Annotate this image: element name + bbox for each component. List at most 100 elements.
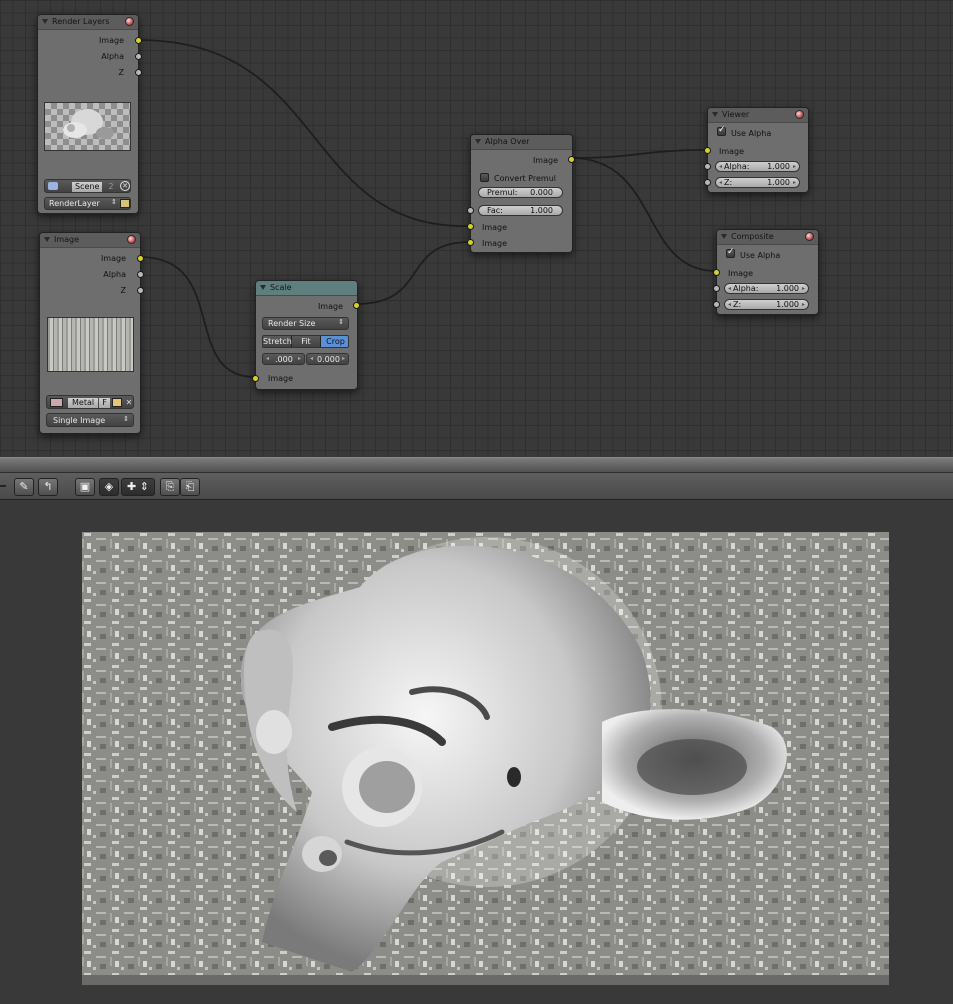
collapse-arrow-icon[interactable] — [44, 237, 50, 242]
decrement-arrow-icon[interactable]: ◂ — [719, 178, 722, 187]
open-file-icon[interactable] — [112, 398, 122, 407]
paste-button[interactable]: ⎗ — [180, 478, 200, 496]
output-socket-z[interactable] — [137, 287, 144, 294]
paste-icon: ⎗ — [185, 480, 195, 493]
image-browse-icon[interactable] — [50, 398, 63, 407]
input-socket-alpha[interactable] — [713, 285, 720, 292]
node-header[interactable]: Composite — [717, 230, 818, 245]
output-socket-image[interactable] — [137, 255, 144, 262]
mode-stretch-button[interactable]: Stretch — [263, 336, 292, 347]
decrement-arrow-icon[interactable]: ◂ — [719, 162, 722, 171]
alpha-field[interactable]: ◂ Alpha: 1.000 ▸ — [715, 161, 800, 172]
output-socket-image[interactable] — [353, 302, 360, 309]
scale-space-select[interactable]: Render Size ⇕ — [262, 317, 349, 330]
output-socket-image[interactable] — [135, 37, 142, 44]
convert-premul-checkbox[interactable] — [480, 173, 489, 182]
fake-user-toggle[interactable]: F — [99, 398, 110, 408]
use-alpha-label: Use Alpha — [731, 129, 772, 138]
composite-node[interactable]: Composite ✓ Use Alpha Image ◂ Alpha: 1.0… — [713, 229, 819, 315]
collapse-arrow-icon[interactable] — [42, 19, 48, 24]
scale-node[interactable]: Scale Image Render Size ⇕ Stretch Fit Cr… — [252, 280, 360, 390]
increment-arrow-icon[interactable]: ▸ — [793, 178, 796, 187]
area-splitter[interactable] — [0, 457, 953, 473]
close-icon[interactable]: ✕ — [120, 181, 130, 191]
premul-field[interactable]: Premul: 0.000 — [478, 187, 563, 198]
output-socket-image[interactable] — [568, 156, 575, 163]
collapse-arrow-icon[interactable] — [475, 139, 481, 144]
frame-mode-selector[interactable]: Stretch Fit Crop — [262, 335, 349, 348]
node-preview-toggle-icon[interactable] — [125, 17, 134, 26]
viewer-node[interactable]: Viewer ✓ Use Alpha Image ◂ Alpha: 1.000 … — [704, 107, 809, 193]
fac-value: 1.000 — [530, 206, 553, 215]
output-socket-z[interactable] — [135, 69, 142, 76]
collapse-arrow-icon[interactable] — [712, 112, 718, 117]
node-header[interactable]: Alpha Over — [471, 135, 572, 150]
updown-arrows-icon: ⇕ — [338, 318, 344, 326]
image-selector[interactable]: Metal F ✕ — [46, 395, 134, 409]
node-title: Render Layers — [52, 17, 110, 26]
node-editor-canvas[interactable]: Render Layers Image Alpha Z Scene 2 ✕ Re… — [0, 0, 953, 457]
parent-up-button[interactable]: ↰ — [38, 478, 58, 496]
render-icon[interactable] — [120, 199, 130, 208]
pin-icon: ✎ — [19, 480, 29, 493]
monkey-thumbnail — [63, 109, 114, 139]
pin-button[interactable]: ✎ — [14, 478, 34, 496]
decrement-arrow-icon[interactable]: ◂ — [266, 354, 269, 363]
image-node[interactable]: Image Image Alpha Z Metal F ✕ Single Ima… — [39, 232, 144, 434]
increment-arrow-icon[interactable]: ▸ — [793, 162, 796, 171]
offset-y-value: 0.000 — [317, 355, 340, 364]
decrement-arrow-icon[interactable]: ◂ — [728, 300, 731, 309]
render-icon: ▣ — [79, 480, 91, 493]
use-alpha-label: Use Alpha — [740, 251, 781, 260]
input-socket-fac[interactable] — [467, 207, 474, 214]
increment-arrow-icon[interactable]: ▸ — [802, 284, 805, 293]
offset-y-field[interactable]: ◂ 0.000 ▸ — [306, 353, 349, 365]
backdrop-move-button[interactable]: ✚ ⇕ — [121, 478, 155, 496]
alpha-over-node[interactable]: Alpha Over Image Convert Premul Premul: … — [467, 134, 575, 253]
input-socket-alpha[interactable] — [704, 163, 711, 170]
collapse-arrow-icon[interactable] — [721, 234, 727, 239]
render-button[interactable]: ▣ — [75, 478, 95, 496]
mode-fit-button[interactable]: Fit — [292, 336, 321, 347]
z-field[interactable]: ◂ Z: 1.000 ▸ — [724, 299, 809, 310]
close-icon[interactable]: ✕ — [124, 398, 134, 408]
output-socket-alpha[interactable] — [137, 271, 144, 278]
scene-selector[interactable]: Scene 2 ✕ — [44, 179, 131, 193]
use-alpha-checkbox[interactable]: ✓ — [726, 247, 735, 258]
input-socket-z[interactable] — [704, 179, 711, 186]
render-layers-node[interactable]: Render Layers Image Alpha Z Scene 2 ✕ Re… — [37, 14, 142, 214]
input-socket-image[interactable] — [704, 147, 711, 154]
offset-x-field[interactable]: ◂ .000 ▸ — [262, 353, 305, 365]
increment-arrow-icon[interactable]: ▸ — [298, 354, 301, 363]
z-field[interactable]: ◂ Z: 1.000 ▸ — [715, 177, 800, 188]
input-socket-image[interactable] — [252, 375, 259, 382]
input-socket-image-2[interactable] — [467, 239, 474, 246]
mode-crop-button[interactable]: Crop — [321, 336, 348, 347]
check-icon: ✓ — [718, 125, 726, 135]
node-preview-toggle-icon[interactable] — [127, 235, 136, 244]
input-socket-image-1[interactable] — [467, 223, 474, 230]
texture-button[interactable]: ◈ — [99, 478, 119, 496]
node-header[interactable]: Render Layers — [38, 15, 138, 30]
image-source-select[interactable]: Single Image ⇕ — [46, 413, 134, 427]
increment-arrow-icon[interactable]: ▸ — [802, 300, 805, 309]
render-layer-selector[interactable]: RenderLayer ⇕ — [44, 197, 131, 210]
node-preview-toggle-icon[interactable] — [805, 232, 814, 241]
node-header[interactable]: Viewer — [708, 108, 808, 123]
collapse-arrow-icon[interactable] — [260, 285, 266, 290]
node-header[interactable]: Image — [40, 233, 140, 248]
node-header[interactable]: Scale — [256, 281, 357, 296]
input-socket-z[interactable] — [713, 301, 720, 308]
increment-arrow-icon[interactable]: ▸ — [342, 354, 345, 363]
alpha-field[interactable]: ◂ Alpha: 1.000 ▸ — [724, 283, 809, 294]
input-socket-image[interactable] — [713, 269, 720, 276]
decrement-arrow-icon[interactable]: ◂ — [310, 354, 313, 363]
copy-button[interactable]: ⎘ — [160, 478, 180, 496]
decrement-arrow-icon[interactable]: ◂ — [728, 284, 731, 293]
use-alpha-checkbox[interactable]: ✓ — [717, 125, 726, 136]
backdrop-view[interactable] — [0, 500, 953, 1004]
output-socket-alpha[interactable] — [135, 53, 142, 60]
output-label-image: Image — [532, 156, 558, 165]
fac-field[interactable]: Fac: 1.000 — [478, 205, 563, 216]
node-preview-toggle-icon[interactable] — [795, 110, 804, 119]
